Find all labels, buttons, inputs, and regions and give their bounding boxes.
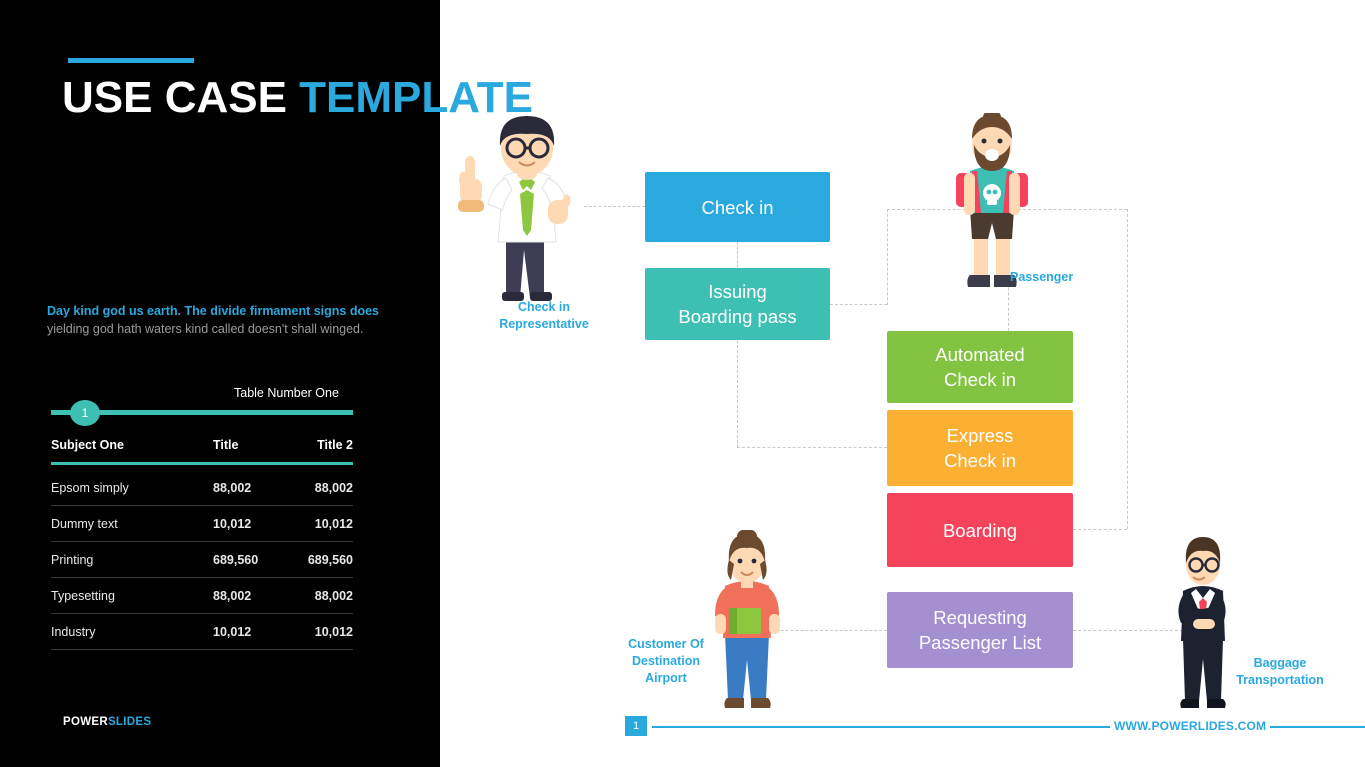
- brand-logo-second: SLIDES: [107, 716, 152, 728]
- node-automated-check-in[interactable]: Automated Check in: [887, 331, 1073, 403]
- table-badge: 1: [70, 400, 100, 426]
- node-issuing-line1: Issuing: [708, 281, 767, 302]
- table-row: Epsom simply 88,002 88,002: [51, 463, 353, 506]
- node-automated-label: Automated Check in: [935, 342, 1024, 392]
- table-cell-value2: 88,002: [263, 577, 353, 614]
- table-cell-value1: 88,002: [163, 463, 263, 506]
- connector-issuing-right: [830, 304, 887, 305]
- intro-paragraph-bold: Day kind god us earth. The divide firmam…: [47, 304, 380, 318]
- connector-boarding-right: [1073, 529, 1127, 530]
- actor-label-customer-line2: Destination: [631, 654, 701, 668]
- table-header-2: Title 2: [317, 438, 353, 452]
- actor-check-in-representative-illustration: [448, 112, 598, 307]
- table-cell-label: Industry: [51, 613, 163, 650]
- node-check-in[interactable]: Check in: [645, 172, 830, 242]
- connector-issuing-up: [887, 209, 888, 305]
- node-issuing-boarding-pass[interactable]: Issuing Boarding pass: [645, 268, 830, 340]
- actor-label-baggage: Baggage Transportation: [1204, 655, 1356, 689]
- actor-customer-illustration: [703, 529, 793, 725]
- table-header-1: Title: [213, 438, 239, 452]
- node-issuing-line2: Boarding pass: [678, 306, 797, 327]
- table-header-0: Subject One: [51, 438, 124, 452]
- actor-label-customer-line1: Customer Of: [628, 637, 704, 651]
- connector-checkin-to-issuing: [737, 242, 738, 268]
- table-cell-value2: 88,002: [263, 463, 353, 506]
- intro-paragraph: Day kind god us earth. The divide firmam…: [47, 302, 387, 338]
- table-caption: Table Number One: [234, 386, 339, 400]
- table-cell-value2: 689,560: [263, 541, 353, 578]
- table-cell-value1: 689,560: [163, 541, 263, 578]
- node-express-label: Express Check in: [944, 423, 1016, 473]
- actor-label-baggage-line1: Baggage: [1253, 656, 1307, 670]
- table-row: Industry 10,012 10,012: [51, 613, 353, 650]
- table-cell-value2: 10,012: [263, 505, 353, 542]
- slide-number-badge: 1: [625, 716, 647, 736]
- node-boarding-label: Boarding: [942, 519, 1018, 541]
- title-accent-bar: [68, 58, 194, 63]
- actor-label-baggage-line2: Transportation: [1236, 673, 1324, 687]
- connector-express-left-vertical: [737, 340, 738, 448]
- table-cell-value2: 10,012: [263, 613, 353, 650]
- data-table: Subject One Title Title 2 Epsom simply 8…: [51, 432, 353, 650]
- node-boarding[interactable]: Boarding: [887, 493, 1073, 567]
- table-cell-label: Dummy text: [51, 505, 163, 542]
- node-requesting-line1: Requesting: [933, 607, 1027, 628]
- table-cell-label: Epsom simply: [51, 463, 163, 506]
- actor-label-check-in-representative: Check in Representative: [468, 299, 620, 333]
- table-row: Printing 689,560 689,560: [51, 541, 353, 578]
- page-title-main: USE CASE: [62, 73, 300, 122]
- node-check-in-label: Check in: [701, 196, 774, 218]
- table-row: Dummy text 10,012 10,012: [51, 505, 353, 542]
- connector-right-bus-vertical: [1127, 209, 1128, 529]
- node-automated-line2: Check in: [944, 369, 1016, 390]
- node-requesting-passenger-list[interactable]: Requesting Passenger List: [887, 592, 1073, 668]
- table-cell-label: Typesetting: [51, 577, 163, 614]
- actor-label-rep-line1: Check in: [517, 300, 571, 314]
- table-header-row: Subject One Title Title 2: [51, 432, 353, 464]
- connector-express-left: [737, 447, 887, 448]
- node-express-line1: Express: [946, 425, 1014, 446]
- table-cell-value1: 88,002: [163, 577, 263, 614]
- actor-label-passenger: Passenger: [1010, 269, 1120, 286]
- actor-label-rep-line2: Representative: [499, 317, 589, 331]
- table-row: Typesetting 88,002 88,002: [51, 577, 353, 614]
- actor-label-passenger-line1: Passenger: [1010, 270, 1074, 284]
- table-cell-value1: 10,012: [163, 505, 263, 542]
- actor-baggage-illustration: [1163, 535, 1243, 725]
- node-requesting-line2: Passenger List: [918, 632, 1042, 653]
- table-cell-value1: 10,012: [163, 613, 263, 650]
- node-express-line2: Check in: [944, 450, 1016, 471]
- slide-root: USE CASE TEMPLATE Day kind god us earth.…: [0, 0, 1365, 767]
- table-cell-label: Printing: [51, 541, 163, 578]
- brand-logo-first: POWER: [63, 716, 108, 728]
- footer-url: WWW.POWERLIDES.COM: [1110, 719, 1271, 733]
- node-express-check-in[interactable]: Express Check in: [887, 410, 1073, 486]
- node-automated-line1: Automated: [935, 344, 1025, 365]
- actor-label-customer-line3: Airport: [645, 671, 687, 685]
- intro-paragraph-rest: yielding god hath waters kind called doe…: [47, 322, 364, 336]
- node-requesting-label: Requesting Passenger List: [919, 605, 1041, 655]
- actor-label-customer: Customer Of Destination Airport: [597, 636, 735, 687]
- node-issuing-boarding-pass-label: Issuing Boarding pass: [678, 279, 796, 329]
- brand-logo: POWERSLIDES: [63, 716, 151, 728]
